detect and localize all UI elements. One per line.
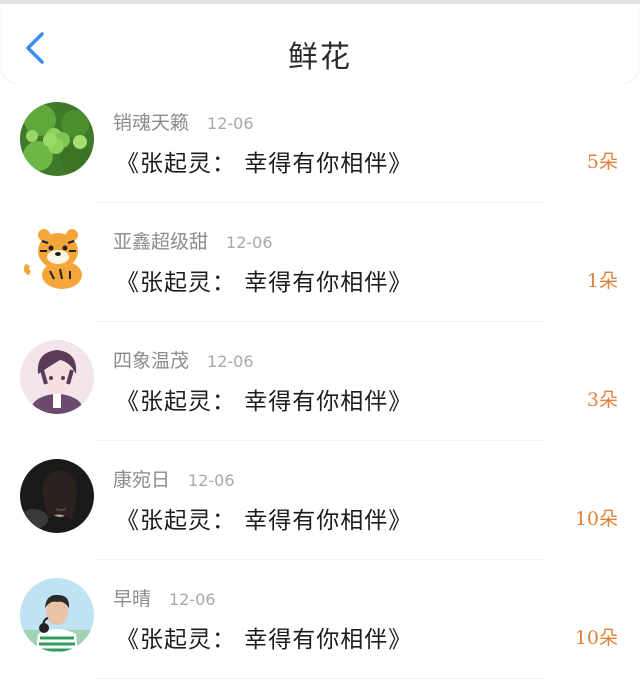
book-title: 《张起灵： 幸得有你相伴》 — [116, 508, 413, 534]
list-item[interactable]: 四象温茂 12-06 《张起灵： 幸得有你相伴》 3朵 — [0, 322, 640, 441]
user-meta: 早晴 12-06 — [113, 584, 216, 611]
list-item[interactable]: 康宛日 12-06 《张起灵： 幸得有你相伴》 10朵 — [0, 441, 640, 560]
user-name: 四象温茂 — [113, 350, 190, 372]
flower-count: 10朵 — [574, 508, 618, 530]
clover-avatar[interactable] — [20, 102, 94, 176]
page-title: 鲜花 — [288, 40, 352, 75]
user-meta: 销魂天籁 12-06 — [113, 108, 254, 135]
user-name: 亚鑫超级甜 — [113, 231, 209, 253]
user-name: 早晴 — [113, 588, 152, 610]
tiger-avatar[interactable] — [20, 221, 94, 295]
user-meta: 四象温茂 12-06 — [113, 346, 254, 373]
book-title: 《张起灵： 幸得有你相伴》 — [116, 270, 413, 296]
list-item[interactable]: 早晴 12-06 《张起灵： 幸得有你相伴》 10朵 — [0, 560, 640, 679]
flower-count: 1朵 — [586, 270, 618, 292]
divider — [96, 678, 544, 679]
navigation-header: 鲜花 — [2, 4, 638, 84]
list-item[interactable]: 亚鑫超级甜 12-06 《张起灵： 幸得有你相伴》 1朵 — [0, 203, 640, 322]
post-date: 12-06 — [207, 114, 254, 133]
list-item[interactable]: 销魂天籁 12-06 《张起灵： 幸得有你相伴》 5朵 — [0, 84, 640, 203]
post-date: 12-06 — [226, 233, 273, 252]
flower-count: 10朵 — [574, 627, 618, 649]
person-headphones-avatar[interactable] — [20, 578, 94, 652]
flower-list: 销魂天籁 12-06 《张起灵： 幸得有你相伴》 5朵 亚鑫超级甜 12-06 … — [0, 84, 640, 679]
flower-count: 3朵 — [586, 389, 618, 411]
post-date: 12-06 — [169, 590, 216, 609]
book-title: 《张起灵： 幸得有你相伴》 — [116, 627, 413, 653]
user-meta: 亚鑫超级甜 12-06 — [113, 227, 273, 254]
anime-boy-avatar[interactable] — [20, 340, 94, 414]
book-title: 《张起灵： 幸得有你相伴》 — [116, 389, 413, 415]
user-meta: 康宛日 12-06 — [113, 465, 235, 492]
post-date: 12-06 — [207, 352, 254, 371]
user-name: 销魂天籁 — [113, 112, 190, 134]
user-name: 康宛日 — [113, 469, 171, 491]
post-date: 12-06 — [188, 471, 235, 490]
portrait-avatar[interactable] — [20, 459, 94, 533]
flower-count: 5朵 — [586, 151, 618, 173]
book-title: 《张起灵： 幸得有你相伴》 — [116, 151, 413, 177]
